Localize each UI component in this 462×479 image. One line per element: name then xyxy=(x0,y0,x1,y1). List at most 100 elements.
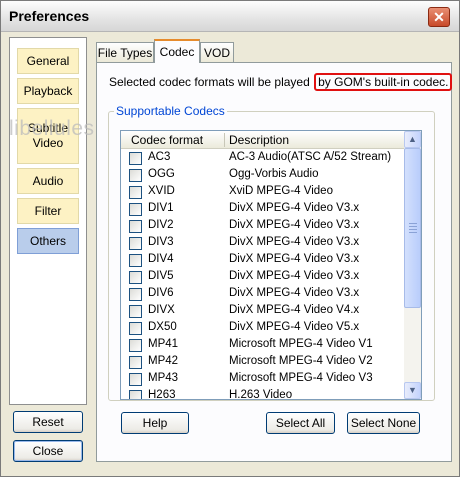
table-row[interactable]: DIV4 DivX MPEG-4 Video V3.x xyxy=(121,252,404,269)
codec-checkbox[interactable] xyxy=(129,373,142,386)
select-none-button[interactable]: Select None xyxy=(347,412,420,434)
table-row[interactable]: DIV6 DivX MPEG-4 Video V3.x xyxy=(121,286,404,303)
tab-file-types[interactable]: File Types xyxy=(96,42,154,62)
grip-line xyxy=(409,226,417,227)
codec-format: MP41 xyxy=(148,338,179,350)
codec-format: DIV2 xyxy=(148,219,174,231)
arrow-up-icon: ▲ xyxy=(408,134,417,144)
preferences-window: Preferences ✕ General Playback Subtitle … xyxy=(0,0,460,477)
codec-description: DivX MPEG-4 Video V4.x xyxy=(229,304,360,316)
scroll-up-button[interactable]: ▲ xyxy=(404,131,421,148)
codec-description: Microsoft MPEG-4 Video V2 xyxy=(229,355,373,367)
close-icon: ✕ xyxy=(433,9,445,25)
arrow-down-icon: ▼ xyxy=(408,385,417,395)
group-label: Supportable Codecs xyxy=(114,104,227,118)
codec-description: Ogg-Vorbis Audio xyxy=(229,168,319,180)
table-row[interactable]: DX50 DivX MPEG-4 Video V5.x xyxy=(121,320,404,337)
codec-tab-panel: Selected codec formats will be played by… xyxy=(96,62,453,462)
table-row[interactable]: MP41 Microsoft MPEG-4 Video V1 xyxy=(121,337,404,354)
help-button[interactable]: Help xyxy=(121,412,189,434)
grip-line xyxy=(409,223,417,224)
window-title: Preferences xyxy=(9,8,90,24)
scroll-down-button[interactable]: ▼ xyxy=(404,382,421,399)
codec-checkbox[interactable] xyxy=(129,169,142,182)
codec-format: AC3 xyxy=(148,151,171,163)
codec-format: MP42 xyxy=(148,355,179,367)
codec-format: XVID xyxy=(148,185,175,197)
table-row[interactable]: DIV5 DivX MPEG-4 Video V3.x xyxy=(121,269,404,286)
table-row[interactable]: XVID XviD MPEG-4 Video xyxy=(121,184,404,201)
table-row[interactable]: H263 H.263 Video xyxy=(121,388,404,400)
codec-format: DIV5 xyxy=(148,270,174,282)
codec-format: DX50 xyxy=(148,321,177,333)
codec-description: Microsoft MPEG-4 Video V3 xyxy=(229,372,373,384)
codec-description: DivX MPEG-4 Video V3.x xyxy=(229,219,360,231)
codec-description: DivX MPEG-4 Video V5.x xyxy=(229,321,360,333)
codec-description: DivX MPEG-4 Video V3.x xyxy=(229,270,360,282)
codec-description: AC-3 Audio(ATSC A/52 Stream) xyxy=(229,151,392,163)
nav-item-audio[interactable]: Audio xyxy=(17,168,79,194)
codec-description: DivX MPEG-4 Video V3.x xyxy=(229,253,360,265)
nav-item-general[interactable]: General xyxy=(17,48,79,74)
codec-description: XviD MPEG-4 Video xyxy=(229,185,333,197)
nav-item-playback[interactable]: Playback xyxy=(17,78,79,104)
reset-button[interactable]: Reset xyxy=(13,411,83,433)
nav-item-subtitle-video[interactable]: Subtitle Video xyxy=(17,108,79,164)
vertical-scrollbar[interactable]: ▲ ▼ xyxy=(404,131,421,399)
codec-format: H263 xyxy=(148,389,176,400)
table-row[interactable]: DIVX DivX MPEG-4 Video V4.x xyxy=(121,303,404,320)
codec-checkbox[interactable] xyxy=(129,322,142,335)
codec-format: OGG xyxy=(148,168,175,180)
list-header: Codec format Description xyxy=(121,131,404,149)
codec-checkbox[interactable] xyxy=(129,152,142,165)
table-row[interactable]: AC3 AC-3 Audio(ATSC A/52 Stream) xyxy=(121,150,404,167)
codec-description: H.263 Video xyxy=(229,389,293,400)
codec-checkbox[interactable] xyxy=(129,237,142,250)
supportable-codecs-group: Supportable Codecs Codec format Descript… xyxy=(108,104,435,401)
codec-checkbox[interactable] xyxy=(129,339,142,352)
table-row[interactable]: MP43 Microsoft MPEG-4 Video V3 xyxy=(121,371,404,388)
codec-list[interactable]: Codec format Description AC3 AC-3 Audio(A… xyxy=(120,130,422,400)
table-row[interactable]: DIV3 DivX MPEG-4 Video V3.x xyxy=(121,235,404,252)
codec-description: Microsoft MPEG-4 Video V1 xyxy=(229,338,373,350)
header-codec-format[interactable]: Codec format xyxy=(131,133,203,147)
category-nav: General Playback Subtitle Video Audio Fi… xyxy=(9,37,87,405)
codec-format: DIV3 xyxy=(148,236,174,248)
codec-checkbox[interactable] xyxy=(129,271,142,284)
select-all-button[interactable]: Select All xyxy=(266,412,335,434)
codec-checkbox[interactable] xyxy=(129,254,142,267)
header-description[interactable]: Description xyxy=(229,133,289,147)
codec-format: MP43 xyxy=(148,372,179,384)
codec-checkbox[interactable] xyxy=(129,356,142,369)
grip-line xyxy=(409,229,417,230)
table-row[interactable]: DIV1 DivX MPEG-4 Video V3.x xyxy=(121,201,404,218)
codec-checkbox[interactable] xyxy=(129,220,142,233)
codec-format: DIV1 xyxy=(148,202,174,214)
codec-format: DIVX xyxy=(148,304,175,316)
title-bar[interactable]: Preferences ✕ xyxy=(1,1,459,32)
codec-format: DIV6 xyxy=(148,287,174,299)
nav-item-others[interactable]: Others xyxy=(17,228,79,254)
codec-description: DivX MPEG-4 Video V3.x xyxy=(229,236,360,248)
close-window-button[interactable]: ✕ xyxy=(428,7,450,27)
tab-vod[interactable]: VOD xyxy=(200,42,234,62)
nav-item-filter[interactable]: Filter xyxy=(17,198,79,224)
codec-checkbox[interactable] xyxy=(129,288,142,301)
codec-checkbox[interactable] xyxy=(129,390,142,399)
table-row[interactable]: DIV2 DivX MPEG-4 Video V3.x xyxy=(121,218,404,235)
close-button[interactable]: Close xyxy=(13,440,83,462)
codec-description: DivX MPEG-4 Video V3.x xyxy=(229,202,360,214)
tab-codec[interactable]: Codec xyxy=(154,39,200,63)
grip-line xyxy=(409,232,417,233)
codec-format: DIV4 xyxy=(148,253,174,265)
table-row[interactable]: OGG Ogg-Vorbis Audio xyxy=(121,167,404,184)
codec-checkbox[interactable] xyxy=(129,305,142,318)
scroll-thumb[interactable] xyxy=(404,148,421,308)
codec-info-text: Selected codec formats will be played by… xyxy=(109,73,453,91)
highlighted-info: by GOM's built-in codec. xyxy=(314,73,453,91)
codec-checkbox[interactable] xyxy=(129,203,142,216)
table-row[interactable]: MP42 Microsoft MPEG-4 Video V2 xyxy=(121,354,404,371)
header-separator[interactable] xyxy=(224,133,225,147)
codec-description: DivX MPEG-4 Video V3.x xyxy=(229,287,360,299)
codec-checkbox[interactable] xyxy=(129,186,142,199)
